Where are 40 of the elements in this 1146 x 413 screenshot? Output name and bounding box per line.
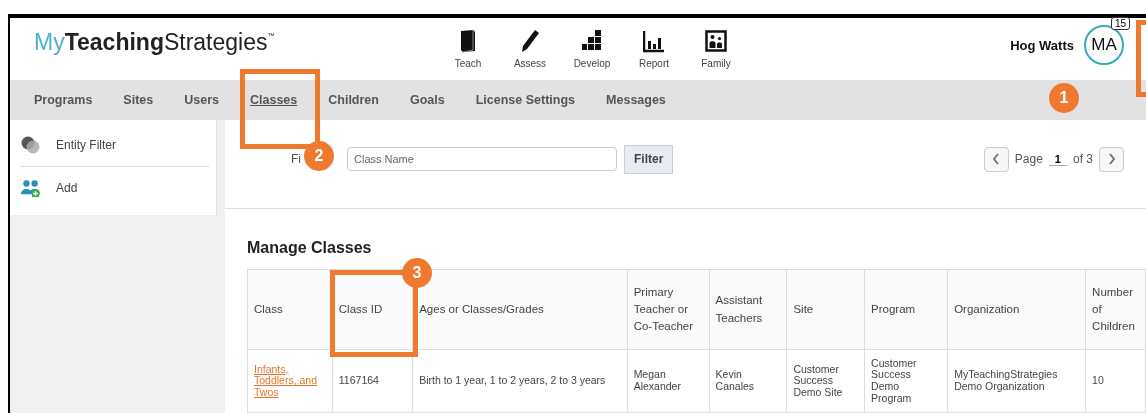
page-label: Page [1014,152,1043,166]
nav-tab[interactable]: Goals [409,93,445,108]
sidebar-item[interactable]: Add [56,181,78,195]
column-header: Number of Children [1085,269,1146,350]
app-link[interactable]: Report [626,29,682,70]
notification-badge: 15 [1110,17,1130,31]
table-cell: Customer Success Demo Program [871,356,917,404]
nav-tab[interactable]: Children [328,93,379,108]
page-number-field[interactable]: 1 [1048,152,1067,166]
class-name-field[interactable]: Class Name [347,147,617,171]
app-link[interactable]: Assess [502,29,558,70]
section-heading: Manage Classes [247,239,373,257]
logo: MyTeachingStrategies$^{™}$ [34,28,276,56]
column-header: Primary Teacher or Co-Teacher [627,269,710,350]
nav-tab[interactable]: Classes [250,93,298,108]
table-cell: Birth to 1 year, 1 to 2 years, 2 to 3 years [419,374,606,387]
column-header: Class [247,269,333,350]
app-link[interactable]: Teach [440,29,496,70]
nav-tab[interactable]: Programs [34,93,93,108]
table-cell: 10 [1092,374,1104,387]
app-link[interactable]: Family [688,29,744,70]
nav-tab[interactable]: License Settings [475,93,576,108]
table-cell: MyTeachingStrategies Demo Organization [954,368,1058,392]
user-name[interactable]: Hog Watts [1010,37,1074,53]
column-header: Organization [947,269,1086,350]
nav-tab[interactable]: Users [184,93,219,108]
filter-button[interactable]: Filter [624,144,674,174]
column-header: Site [786,269,865,350]
page-total: of 3 [1073,152,1093,166]
table-cell: Customer Success Demo Site [793,362,843,398]
column-header: Assistant Teachers [709,269,787,350]
sidebar-item[interactable]: Entity Filter [56,138,116,152]
nav-tab[interactable]: Messages [606,93,666,108]
column-header: Program [864,269,948,350]
table-cell: Megan Alexander [633,368,681,392]
table-cell: Kevin Canales [715,368,755,392]
nav-tab[interactable]: Sites [123,93,154,108]
filter-label: Fi [291,152,301,166]
table-cell: 1167164 [338,374,379,387]
app-link[interactable]: Develop [564,29,620,70]
